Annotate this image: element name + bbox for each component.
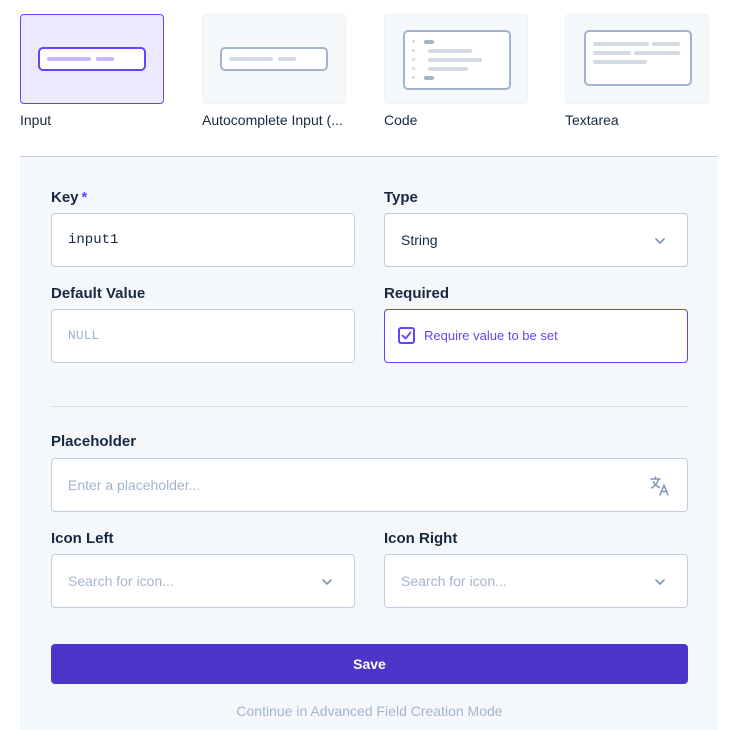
textarea-preview — [565, 14, 709, 104]
icon-left-label: Icon Left — [51, 530, 114, 547]
type-label: Type — [384, 189, 418, 206]
translate-icon[interactable] — [649, 475, 671, 497]
icon-left-placeholder: Search for icon... — [68, 573, 174, 589]
type-select-value: String — [401, 232, 438, 248]
interface-option-input[interactable]: Input — [20, 14, 164, 128]
icon-right-select[interactable]: Search for icon... — [384, 554, 688, 608]
interface-option-label: Code — [384, 112, 418, 128]
autocomplete-preview — [202, 14, 346, 104]
chevron-down-icon — [655, 238, 665, 244]
required-label: Required — [384, 285, 450, 302]
placeholder-input-placeholder: Enter a placeholder... — [68, 477, 201, 493]
icon-right-placeholder: Search for icon... — [401, 573, 507, 589]
key-label: Key * — [51, 189, 88, 206]
icon-right-label: Icon Right — [384, 530, 458, 547]
interface-type-picker: Input Autocomplete Input (... Code Texta… — [20, 14, 715, 134]
required-asterisk: * — [81, 189, 88, 206]
chevron-down-icon — [655, 579, 665, 585]
placeholder-input[interactable]: Enter a placeholder... — [51, 458, 688, 512]
required-checkbox-field[interactable]: Require value to be set — [384, 309, 688, 363]
form-divider — [51, 406, 688, 407]
interface-option-label: Textarea — [565, 112, 619, 128]
default-value-input[interactable]: NULL — [51, 309, 355, 363]
icon-left-select[interactable]: Search for icon... — [51, 554, 355, 608]
chevron-down-icon — [322, 579, 332, 585]
interface-option-label: Autocomplete Input (... — [202, 112, 343, 128]
interface-option-autocomplete[interactable]: Autocomplete Input (... — [202, 14, 346, 128]
key-input-value: input1 — [68, 232, 119, 248]
advanced-mode-link[interactable]: Continue in Advanced Field Creation Mode — [51, 703, 688, 719]
placeholder-label: Placeholder — [51, 433, 137, 450]
code-preview — [384, 14, 528, 104]
required-checkbox-label: Require value to be set — [424, 328, 558, 343]
interface-option-textarea[interactable]: Textarea — [565, 14, 709, 128]
interface-option-code[interactable]: Code — [384, 14, 528, 128]
default-value-label: Default Value — [51, 285, 146, 302]
default-value-placeholder: NULL — [68, 328, 100, 343]
interface-option-label: Input — [20, 112, 52, 128]
save-button[interactable]: Save — [51, 644, 688, 684]
checkbox-checked-icon[interactable] — [398, 327, 415, 344]
key-input[interactable]: input1 — [51, 213, 355, 267]
type-select[interactable]: String — [384, 213, 688, 267]
input-preview — [20, 14, 164, 104]
